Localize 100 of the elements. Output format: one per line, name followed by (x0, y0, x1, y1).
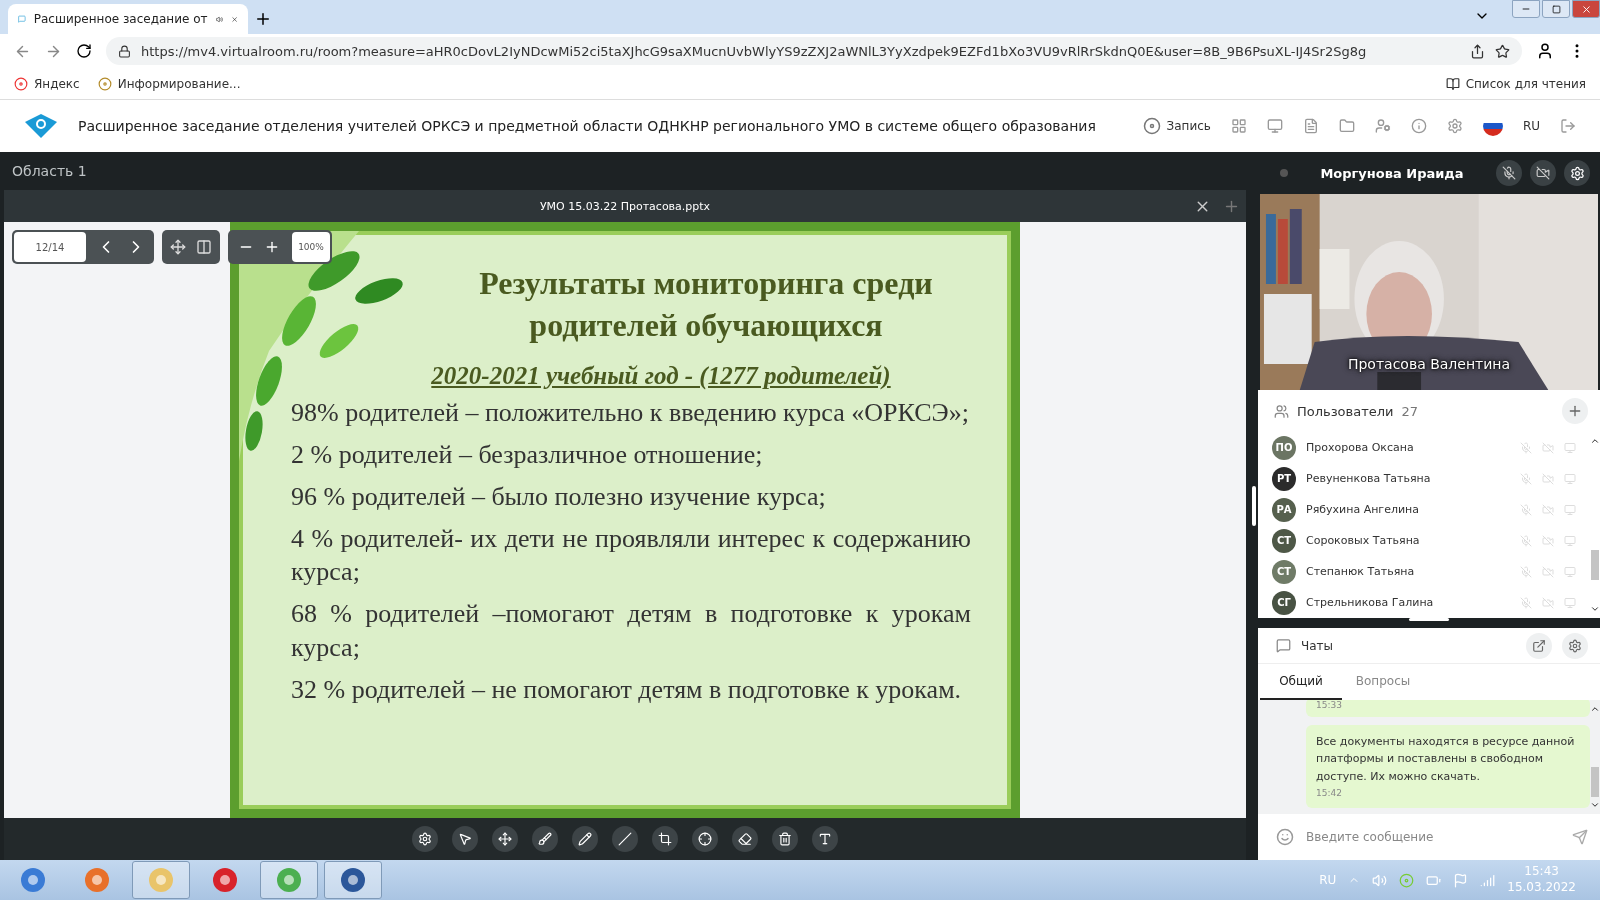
lock-icon (118, 44, 131, 58)
pencil-icon (578, 832, 592, 846)
camera-button[interactable] (1530, 160, 1556, 186)
mic-button[interactable] (1496, 160, 1522, 186)
info-icon[interactable] (1410, 118, 1427, 134)
avatar: СТ (1272, 559, 1296, 584)
video-caption: Протасова Валентина (1346, 356, 1512, 372)
reading-list-icon (1445, 76, 1460, 91)
area-label: Область 1 (11, 162, 88, 181)
popout-icon (1532, 638, 1546, 653)
avatar: РА (1272, 497, 1296, 522)
scroll-up-icon[interactable] (1590, 436, 1600, 446)
slide-text: 32 % родителей – не помогают детям в подготовке к урокам. (291, 673, 963, 706)
page-field[interactable]: 12/14 (14, 232, 86, 262)
avatar: РТ (1272, 466, 1296, 491)
settings-button[interactable] (1564, 160, 1590, 186)
camera-off-icon (1542, 596, 1554, 609)
add-user-button[interactable] (1562, 398, 1588, 424)
tool-button[interactable] (692, 826, 718, 852)
slide-text: 4 % родителей- их дети не проявляли интерес к содержанию курса; (291, 522, 971, 589)
user-row[interactable]: РА Рябухина Ангелина (1258, 494, 1590, 525)
user-row[interactable]: СТ Сороковых Татьяна (1258, 525, 1590, 556)
exit-icon[interactable] (1560, 118, 1576, 134)
bookmark-star-icon[interactable] (1495, 43, 1510, 59)
fit-width-icon[interactable] (196, 239, 212, 255)
app-icon (275, 866, 303, 894)
slide-title: Результаты мониторинга среди родителей обучающихся (478, 264, 934, 345)
camera-off-icon (1542, 565, 1554, 578)
chat-icon (1276, 638, 1291, 653)
tool-button[interactable] (452, 826, 478, 852)
user-name: Степанюк Татьяна (1306, 565, 1416, 578)
message-bar[interactable]: Введите сообщение (1258, 814, 1600, 860)
new-tab-icon[interactable] (254, 10, 272, 28)
app-icon (211, 866, 239, 894)
user-name: Сороковых Татьяна (1306, 534, 1421, 547)
tool-button[interactable] (772, 826, 798, 852)
document-icon[interactable] (1302, 118, 1319, 134)
app-icon (339, 866, 367, 894)
zoom-in-icon[interactable] (264, 239, 280, 255)
tool-button[interactable] (412, 826, 438, 852)
users-icon (1274, 403, 1289, 419)
layout-icon[interactable] (1230, 118, 1247, 134)
user-row[interactable]: ПО Прохорова Оксана (1258, 432, 1590, 463)
user-row[interactable]: СТ Степанюк Татьяна (1258, 556, 1590, 587)
reload-icon[interactable] (76, 43, 92, 59)
line-icon (618, 832, 632, 846)
mic-off-icon (1520, 534, 1532, 547)
chat-settings-button[interactable] (1562, 632, 1588, 659)
user-row[interactable]: РТ Ревуненкова Татьяна (1258, 463, 1590, 494)
scrollbar-thumb[interactable] (1591, 767, 1599, 797)
minimize-button[interactable] (1512, 0, 1540, 18)
zoom-field[interactable]: 100% (292, 232, 330, 262)
language-label[interactable]: RU (1522, 119, 1540, 133)
address-bar[interactable]: https://mv4.virtualroom.ru/room?measure=aHR0cDovL2IyNDcwMi52ci5taXJhcG9saXMucnUvbWlyYS9zZXJ2aWNlL3YyXzdpek9EZFd1bXo3VU9vRlRrSkdnQ0E&user=8B_9B6PsuXL-IJ4Sr2Sg8g (106, 37, 1522, 65)
close-button[interactable] (1572, 0, 1600, 18)
tool-button[interactable] (812, 826, 838, 852)
tool-button[interactable] (652, 826, 678, 852)
maximize-button[interactable] (1542, 0, 1570, 18)
tool-button[interactable] (492, 826, 518, 852)
scroll-up-icon[interactable] (1590, 704, 1600, 714)
camera-off-icon (1542, 441, 1554, 454)
tool-button[interactable] (532, 826, 558, 852)
crosshair-icon (698, 832, 712, 846)
chat-tab[interactable]: Вопросы (1342, 664, 1424, 700)
reading-list-link[interactable]: Список для чтения (1465, 76, 1586, 91)
scroll-down-icon[interactable] (1590, 800, 1600, 810)
status-dot (1280, 169, 1288, 177)
screen-icon[interactable] (1266, 118, 1283, 134)
mic-off-icon (1502, 166, 1516, 180)
user-name: Прохорова Оксана (1306, 441, 1415, 454)
bookmark-icon (97, 76, 112, 91)
bookmark-link[interactable]: Информирование... (117, 76, 241, 91)
message-field[interactable]: Введите сообщение (1304, 829, 1562, 845)
logo-icon (24, 113, 58, 139)
meeting-title: Расширенное заседание отделения учителей ОРКСЭ и предметной области ОДНКНР регионального УМО в системе общего образования (78, 118, 1097, 134)
user-row[interactable]: СГ Стрельникова Галина (1258, 587, 1590, 618)
fit-icon[interactable] (170, 239, 186, 255)
tool-button[interactable] (572, 826, 598, 852)
emoji-icon[interactable] (1276, 828, 1294, 846)
slide-text: 68 % родителей –помогают детям в подготовке к урокам курса; (291, 598, 971, 664)
profile-icon[interactable] (1536, 42, 1554, 60)
settings-icon[interactable] (1446, 118, 1463, 134)
tool-button[interactable] (732, 826, 758, 852)
scrollbar-thumb[interactable] (1591, 550, 1599, 580)
camera-off-icon (1542, 472, 1554, 485)
screen-icon (1564, 565, 1576, 578)
user-settings-icon[interactable] (1374, 118, 1391, 134)
trash-icon (778, 832, 792, 846)
mic-off-icon (1520, 596, 1532, 609)
popout-button[interactable] (1526, 632, 1552, 659)
app-icon (83, 866, 111, 894)
scroll-down-icon[interactable] (1590, 604, 1600, 614)
text-tool-icon (818, 832, 832, 846)
browser-tab[interactable]: Расширенное заседание от (8, 4, 248, 34)
record-label[interactable]: Запись (1166, 119, 1211, 133)
bookmark-link[interactable]: Яндекс (34, 76, 80, 91)
share-icon[interactable] (1470, 43, 1485, 59)
maximize-icon (1551, 4, 1561, 14)
settings-icon (418, 832, 432, 846)
slide-text: 2 % родителей – безразличное отношение; (291, 439, 764, 471)
